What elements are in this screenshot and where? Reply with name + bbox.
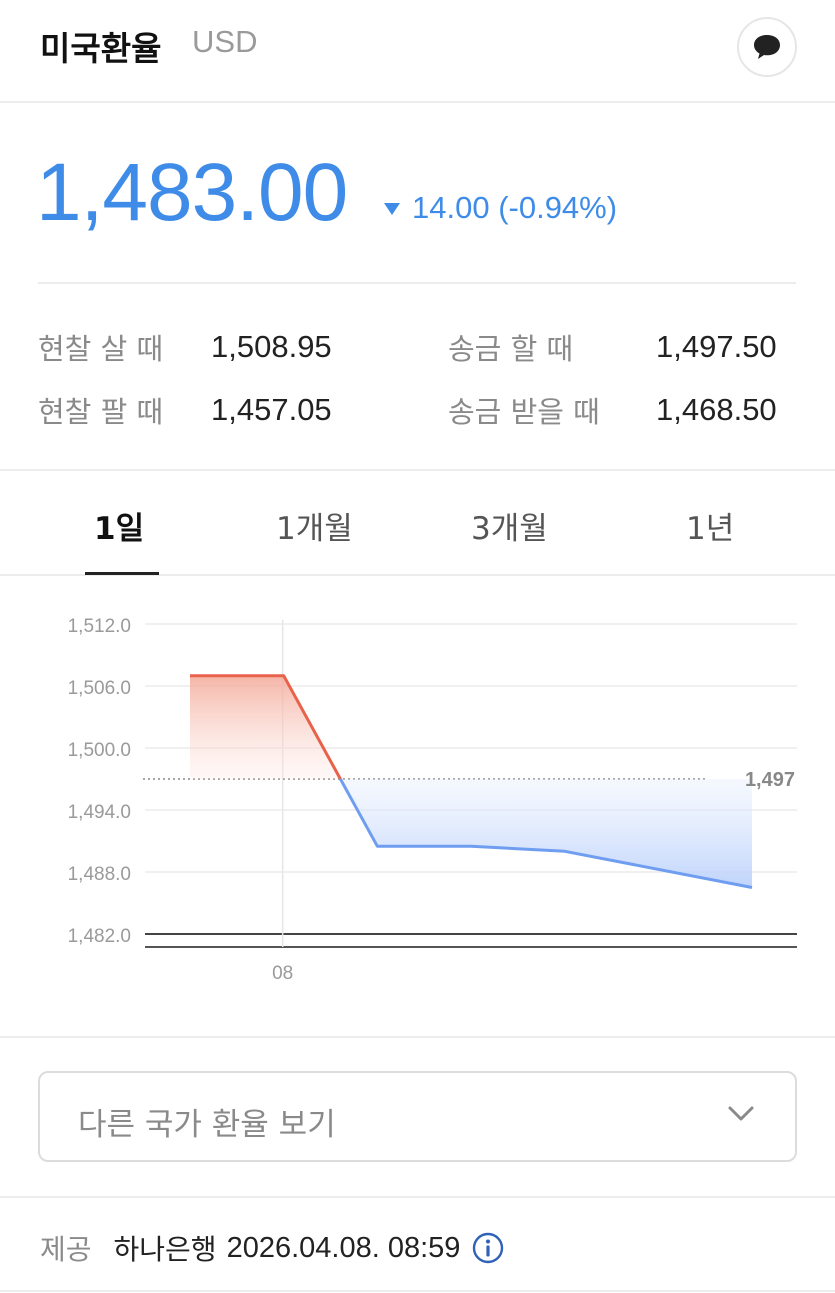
source-info: 제공 하나은행 2026.04.08. 08:59	[40, 1228, 504, 1268]
area-below-reference	[340, 779, 752, 888]
comment-button[interactable]	[737, 17, 797, 77]
y-tick-label: 1,512.0	[68, 616, 131, 637]
area-above-reference	[190, 675, 341, 779]
rate-label: 송금 할 때	[448, 332, 574, 366]
rate-value: 1,497.50	[656, 329, 777, 364]
tab-1month[interactable]: 1개월	[276, 503, 353, 548]
rate-label: 송금 받을 때	[448, 395, 600, 429]
rate-cash-buy: 현찰 살 때	[38, 326, 163, 368]
rate-cash-sell-value: 1,457.05	[211, 392, 332, 428]
rate-remit-receive: 송금 받을 때	[448, 389, 600, 431]
currency-code: USD	[192, 24, 258, 59]
y-tick-label: 1,494.0	[68, 802, 131, 823]
provider-name: 하나은행	[113, 1233, 217, 1266]
price-change: 14.00 (-0.94%)	[384, 190, 617, 226]
tab-1year[interactable]: 1년	[686, 503, 734, 548]
rate-remit-send-value: 1,497.50	[656, 329, 777, 365]
header: 미국환율 USD	[0, 0, 835, 103]
speech-bubble-icon	[754, 35, 780, 59]
active-tab-indicator	[85, 572, 159, 575]
period-tabs: 1일 1개월 3개월 1년	[0, 471, 835, 576]
x-tick-label: 08	[272, 963, 293, 984]
y-tick-label: 1,500.0	[68, 740, 131, 761]
rate-cash-sell: 현찰 팔 때	[38, 389, 163, 431]
tab-1day[interactable]: 1일	[94, 503, 144, 548]
other-country-select[interactable]: 다른 국가 환율 보기	[38, 1071, 797, 1162]
rate-label: 현찰 살 때	[38, 332, 164, 366]
provider-label: 제공	[40, 1233, 92, 1266]
timestamp: 2026.04.08. 08:59	[226, 1231, 461, 1264]
exchange-rate-chart[interactable]: 1,512.0 1,506.0 1,500.0 1,494.0 1,488.0 1,482…	[0, 590, 835, 1010]
rate-value: 1,457.05	[211, 392, 332, 427]
divider	[38, 282, 796, 284]
y-tick-label: 1,506.0	[68, 678, 131, 699]
y-tick-label: 1,488.0	[68, 864, 131, 885]
page-title: 미국환율	[40, 29, 162, 68]
price-change-value: 14.00 (-0.94%)	[412, 190, 618, 225]
tab-3month[interactable]: 3개월	[471, 503, 548, 548]
down-triangle-icon	[384, 203, 400, 215]
rate-value: 1,468.50	[656, 392, 777, 427]
rate-remit-receive-value: 1,468.50	[656, 392, 777, 428]
info-icon[interactable]	[472, 1232, 504, 1264]
rate-cash-buy-value: 1,508.95	[211, 329, 332, 365]
rate-label: 현찰 팔 때	[38, 395, 164, 429]
y-tick-label: 1,482.0	[68, 926, 131, 947]
divider	[0, 1290, 835, 1292]
reference-label: 1,497	[745, 769, 795, 791]
rate-value: 1,508.95	[211, 329, 332, 364]
chevron-down-icon	[728, 1106, 754, 1121]
select-label: 다른 국가 환율 보기	[78, 1107, 336, 1143]
divider	[0, 1196, 835, 1198]
current-price: 1,483.00	[36, 147, 348, 238]
divider	[0, 1036, 835, 1038]
rate-remit-send: 송금 할 때	[448, 326, 573, 368]
